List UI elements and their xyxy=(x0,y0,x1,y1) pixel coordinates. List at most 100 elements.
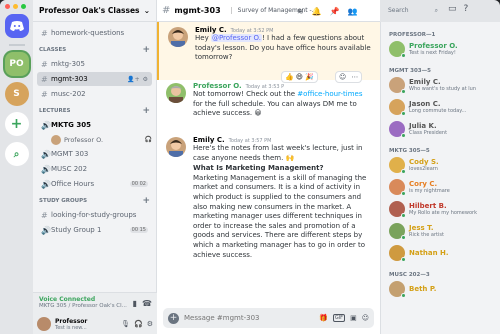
member-name: Hilbert B. xyxy=(409,202,447,210)
speaker-icon: 🔊 xyxy=(41,149,51,159)
inbox-icon[interactable]: ▭ xyxy=(448,4,457,14)
channel-musc-202[interactable]: # musc-202 xyxy=(37,87,152,101)
minimize-window-button[interactable] xyxy=(13,4,18,9)
server-header[interactable]: Professor Oak's Classes ⌄ xyxy=(33,0,156,22)
explore-servers-icon[interactable]: ⌕ xyxy=(4,142,29,166)
avatar[interactable] xyxy=(166,137,186,157)
avatar[interactable] xyxy=(168,27,188,47)
message-list[interactable]: Emily C. Today at 3:52 PM Hey @Professor… xyxy=(157,22,380,304)
online-status-icon xyxy=(401,169,406,174)
voice-channel-study-group-1[interactable]: 🔊 Study Group 1 00 15 xyxy=(37,223,152,237)
member-item[interactable]: Emily C. Who want's to study at lun xyxy=(381,74,500,96)
close-window-button[interactable] xyxy=(5,4,10,9)
avatar[interactable] xyxy=(166,83,186,103)
channel-link[interactable]: #office-hour-times xyxy=(297,90,362,98)
voice-channel-office-hours[interactable]: 🔊 Office Hours 00 02 xyxy=(37,177,152,191)
user-name: Professor xyxy=(55,317,88,325)
server-alt-icon[interactable]: S xyxy=(4,82,29,106)
avatar[interactable] xyxy=(37,317,51,331)
message-author[interactable]: Professor O. xyxy=(193,82,242,90)
add-channel-icon[interactable]: + xyxy=(142,106,150,116)
gear-icon[interactable]: ⚙ xyxy=(143,76,148,83)
channel-label: looking-for-study-groups xyxy=(51,211,137,219)
member-item[interactable]: Hilbert B. My Rollo ate my homework xyxy=(381,198,500,220)
member-status: My Rollo ate my homework xyxy=(409,210,477,216)
add-channel-icon[interactable]: + xyxy=(142,196,150,206)
mute-icon[interactable]: 🎙 xyxy=(121,320,130,328)
member-status: Rick the artist xyxy=(409,232,444,238)
user-mention[interactable]: @Professor O. xyxy=(210,34,262,42)
member-name: Julia K. xyxy=(409,122,437,130)
member-item[interactable]: Professor O. Test is next Friday! xyxy=(381,38,500,60)
gear-icon[interactable]: ⚙ xyxy=(147,320,153,328)
pin-icon[interactable]: 📌 xyxy=(330,7,340,16)
hash-icon: # xyxy=(41,74,48,84)
search-icon: ⌕ xyxy=(434,7,438,14)
member-item[interactable]: Beth P. xyxy=(381,278,500,300)
hash-icon: # xyxy=(41,210,48,220)
voice-channel-musc-202[interactable]: 🔊 MUSC 202 xyxy=(37,162,152,176)
avatar xyxy=(389,77,406,94)
voice-channel-mktg-305[interactable]: 🔊 MKTG 305 xyxy=(37,118,152,132)
speaker-icon: 🔊 xyxy=(41,120,51,130)
voice-status-panel: Voice Connected MKTG 305 / Professor Oak… xyxy=(33,292,157,314)
avatar xyxy=(389,179,406,196)
search-input[interactable]: Search ⌕ xyxy=(384,5,442,17)
member-item[interactable]: Julia K. Class President xyxy=(381,118,500,140)
deafened-icon: 🎧 xyxy=(144,136,152,143)
voice-user-professor[interactable]: Professor O. 🎧 xyxy=(51,133,152,146)
member-item[interactable]: Jess T. Rick the artist xyxy=(381,220,500,242)
online-status-icon xyxy=(401,235,406,240)
attach-icon[interactable]: + xyxy=(168,312,179,324)
member-item[interactable]: Jason C. Long commute today... xyxy=(381,96,500,118)
member-list: PROFESSOR—1 Professor O. Test is next Frid… xyxy=(380,22,500,334)
emoji-icon[interactable]: ☺ xyxy=(362,314,369,322)
gift-icon[interactable]: 🎁 xyxy=(319,314,328,322)
maximize-window-button[interactable] xyxy=(21,4,26,9)
bell-icon[interactable]: 🔔 xyxy=(312,7,322,16)
help-icon[interactable]: ? xyxy=(464,4,469,14)
server-professor-oak-icon[interactable]: PO xyxy=(4,52,29,76)
member-item[interactable]: Nathan H. xyxy=(381,242,500,264)
disconnect-icon[interactable]: ☎ xyxy=(142,299,152,308)
member-item[interactable]: Cory C. is my nightmare xyxy=(381,176,500,198)
voice-channel-mgmt-303[interactable]: 🔊 MGMT 303 xyxy=(37,147,152,161)
member-status: Who want's to study at lun xyxy=(409,86,477,92)
member-item[interactable]: Cody S. loves2learn xyxy=(381,154,500,176)
message[interactable]: Professor O. Today at 3:53 P Not tomorro… xyxy=(157,80,380,128)
member-status: Class President xyxy=(409,130,448,136)
channel-homework-questions[interactable]: # homework-questions xyxy=(37,26,152,40)
message-input[interactable] xyxy=(184,314,315,322)
signal-icon[interactable]: ▮ xyxy=(133,299,137,308)
channel-label: homework-questions xyxy=(51,29,125,37)
gif-icon[interactable]: GIF xyxy=(332,314,346,322)
category-study-groups[interactable]: STUDY GROUPS + xyxy=(33,195,156,207)
message[interactable]: Emily C. Today at 3:57 PM Here's the not… xyxy=(157,134,380,304)
channel-mktg-305[interactable]: # mktg-305 xyxy=(37,57,152,71)
sticker-icon[interactable]: ▣ xyxy=(350,314,357,322)
channel-label: MKTG 305 xyxy=(51,121,91,129)
channel-label: MUSC 202 xyxy=(51,165,88,173)
member-status: loves2learn xyxy=(409,166,438,172)
members-icon[interactable]: 👥 xyxy=(348,7,358,16)
avatar xyxy=(51,134,61,145)
category-classes[interactable]: CLASSES + xyxy=(33,44,156,56)
avatar xyxy=(389,121,406,138)
channel-mgmt-303[interactable]: # mgmt-303 👤+ ⚙ xyxy=(37,72,152,86)
message-author[interactable]: Emily C. xyxy=(195,26,227,34)
message-author[interactable]: Emily C. xyxy=(193,136,225,144)
add-member-icon[interactable]: 👤+ xyxy=(127,76,140,83)
speaker-icon: 🔊 xyxy=(41,179,51,189)
add-server-icon[interactable]: + xyxy=(4,112,29,136)
threads-icon[interactable]: ≋ xyxy=(297,7,304,16)
chat-area: # mgmt-303 Survey of Management -... Emi… xyxy=(157,0,380,334)
channel-looking-for-study-groups[interactable]: # looking-for-study-groups xyxy=(37,208,152,222)
member-name: Jess T. xyxy=(409,224,434,232)
chevron-down-icon[interactable]: ⌄ xyxy=(144,6,150,15)
member-name: Beth P. xyxy=(409,285,437,293)
add-channel-icon[interactable]: + xyxy=(142,45,150,55)
online-status-icon xyxy=(401,293,406,298)
category-lectures[interactable]: LECTURES + xyxy=(33,105,156,117)
headphones-icon[interactable]: 🎧 xyxy=(134,320,143,328)
discord-home-icon[interactable] xyxy=(4,14,29,38)
